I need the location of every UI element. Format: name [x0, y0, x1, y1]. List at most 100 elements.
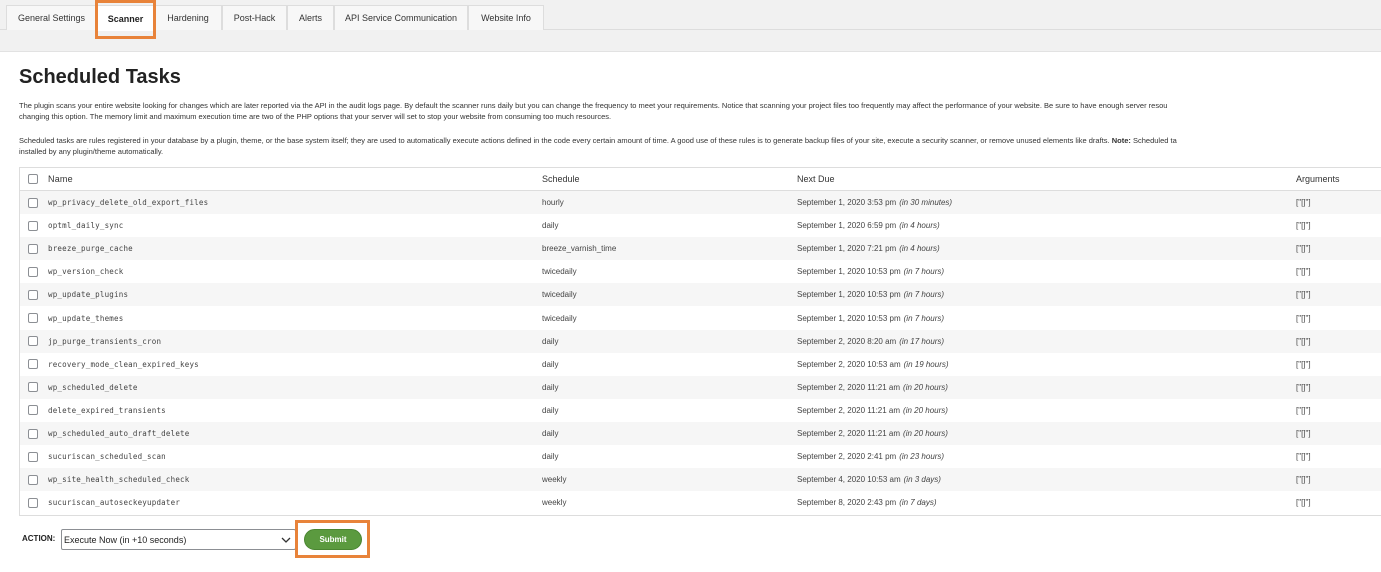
task-name: wp_update_themes	[48, 313, 124, 323]
task-next-due: September 1, 2020 7:21 pm (in 4 hours)	[797, 244, 940, 254]
task-next-due: September 1, 2020 3:53 pm (in 30 minutes)	[797, 198, 953, 207]
row-checkbox[interactable]	[28, 336, 38, 347]
row-checkbox[interactable]	[28, 405, 38, 416]
row-checkbox[interactable]	[28, 266, 38, 277]
task-name: recovery_mode_clean_expired_keys	[48, 359, 199, 369]
table-row: wp_version_check twicedaily September 1, 2…	[20, 260, 1381, 283]
task-schedule: daily	[542, 359, 559, 369]
row-checkbox-cell[interactable]	[28, 422, 38, 445]
tab-scanner[interactable]: Scanner	[97, 5, 154, 31]
task-relative-time: (in 23 hours)	[899, 452, 945, 462]
table-row: wp_privacy_delete_old_export_files hourly…	[20, 191, 1381, 214]
task-name: breeze_purge_cache	[48, 244, 133, 254]
tab-website-info[interactable]: Website Info	[468, 5, 544, 30]
action-select[interactable]: Execute Now (in +10 seconds)	[61, 529, 296, 550]
row-checkbox[interactable]	[28, 382, 38, 393]
task-schedule: twicedaily	[542, 313, 577, 323]
task-arguments: ["[]"]	[1296, 452, 1311, 462]
tab-post-hack[interactable]: Post-Hack	[222, 5, 287, 30]
select-all-checkbox[interactable]	[28, 174, 38, 184]
task-arguments: ["[]"]	[1296, 336, 1311, 346]
select-all-checkbox-cell[interactable]	[28, 168, 38, 190]
description-line: installed by any plugin/theme automatica…	[19, 146, 164, 156]
task-relative-time: (in 7 hours)	[903, 313, 945, 323]
task-next-due: September 1, 2020 10:53 pm (in 7 hours)	[797, 267, 945, 277]
column-header-arguments: Arguments	[1296, 174, 1340, 184]
task-arguments: ["[]"]	[1296, 475, 1311, 485]
task-schedule: twicedaily	[542, 290, 577, 300]
row-checkbox[interactable]	[28, 220, 38, 231]
row-checkbox-cell[interactable]	[28, 399, 38, 422]
tab-alerts[interactable]: Alerts	[287, 5, 334, 30]
row-checkbox-cell[interactable]	[28, 191, 38, 214]
task-arguments: ["[]"]	[1296, 429, 1311, 438]
note-label: Note:	[1111, 136, 1131, 145]
task-next-due: September 2, 2020 11:21 am (in 20 hours)	[797, 382, 948, 392]
task-next-due: September 2, 2020 2:41 pm (in 23 hours)	[797, 452, 945, 462]
row-checkbox-cell[interactable]	[28, 445, 38, 468]
scheduled-tasks-table: Name Schedule Next Due Arguments wp_priv…	[19, 167, 1381, 516]
chevron-down-icon	[281, 537, 291, 543]
task-relative-time: (in 20 hours)	[903, 405, 948, 415]
row-checkbox[interactable]	[28, 474, 38, 485]
table-row: breeze_purge_cache breeze_varnish_time Sep…	[20, 237, 1381, 261]
task-relative-time: (in 7 days)	[899, 498, 937, 508]
row-checkbox[interactable]	[28, 289, 38, 300]
task-relative-time: (in 4 hours)	[899, 244, 940, 254]
task-schedule: daily	[542, 405, 559, 415]
task-schedule: daily	[542, 336, 559, 346]
table-row: sucuriscan_autoseckeyupdater weekly Septem…	[20, 491, 1381, 514]
row-checkbox[interactable]	[28, 197, 38, 208]
task-relative-time: (in 19 hours)	[903, 359, 949, 369]
row-checkbox-cell[interactable]	[28, 468, 38, 491]
table-row: wp_update_themes twicedaily September 1, 2…	[20, 307, 1381, 330]
row-checkbox-cell[interactable]	[28, 491, 38, 514]
task-arguments: ["[]"]	[1296, 244, 1311, 254]
row-checkbox-cell[interactable]	[28, 260, 38, 283]
row-checkbox-cell[interactable]	[28, 283, 38, 306]
row-checkbox[interactable]	[28, 243, 38, 254]
task-name: wp_site_health_scheduled_check	[48, 475, 190, 485]
table-row: optml_daily_sync daily September 1, 2020 6…	[20, 214, 1381, 237]
description-line: The plugin scans your entire website loo…	[19, 101, 1168, 110]
tab-hardening[interactable]: Hardening	[154, 5, 222, 30]
row-checkbox[interactable]	[28, 497, 38, 508]
task-name: delete_expired_transients	[48, 405, 166, 415]
tab-api-service-communication[interactable]: API Service Communication	[334, 5, 468, 30]
task-arguments: ["[]"]	[1296, 405, 1311, 415]
task-relative-time: (in 7 hours)	[903, 267, 945, 277]
row-checkbox[interactable]	[28, 451, 38, 462]
task-relative-time: (in 20 hours)	[903, 429, 948, 438]
task-schedule: daily	[542, 382, 559, 392]
submit-button[interactable]: Submit	[304, 529, 362, 550]
tab-general-settings[interactable]: General Settings	[6, 5, 97, 30]
table-row: wp_scheduled_delete daily September 2, 202…	[20, 375, 1381, 399]
task-arguments: ["[]"]	[1296, 198, 1311, 207]
task-arguments: ["[]"]	[1296, 267, 1311, 277]
row-checkbox-cell[interactable]	[28, 376, 38, 399]
row-checkbox-cell[interactable]	[28, 214, 38, 237]
action-label: ACTION:	[22, 534, 56, 543]
task-arguments: ["[]"]	[1296, 359, 1311, 369]
table-row: recovery_mode_clean_expired_keys daily Sep…	[20, 353, 1381, 376]
row-checkbox-cell[interactable]	[28, 353, 38, 376]
task-name: wp_scheduled_delete	[48, 382, 138, 392]
task-next-due: September 1, 2020 10:53 pm (in 7 hours)	[797, 313, 945, 323]
task-schedule: daily	[542, 221, 559, 231]
task-arguments: ["[]"]	[1296, 290, 1311, 300]
task-next-due: September 1, 2020 10:53 pm (in 7 hours)	[797, 290, 945, 300]
row-checkbox[interactable]	[28, 428, 38, 439]
row-checkbox-cell[interactable]	[28, 307, 38, 330]
row-checkbox-cell[interactable]	[28, 330, 38, 353]
task-name: jp_purge_transients_cron	[48, 336, 162, 346]
task-relative-time: (in 7 hours)	[903, 290, 945, 300]
table-row: wp_site_health_scheduled_check weekly Sept…	[20, 468, 1381, 492]
row-checkbox[interactable]	[28, 359, 38, 370]
task-arguments: ["[]"]	[1296, 382, 1311, 392]
task-relative-time: (in 4 hours)	[899, 221, 940, 231]
scheduled-tasks-description: Scheduled tasks are rules registered in …	[19, 136, 1381, 157]
row-checkbox-cell[interactable]	[28, 237, 38, 260]
task-schedule: breeze_varnish_time	[542, 244, 617, 254]
task-next-due: September 2, 2020 8:20 am (in 17 hours)	[797, 336, 945, 346]
row-checkbox[interactable]	[28, 313, 38, 323]
